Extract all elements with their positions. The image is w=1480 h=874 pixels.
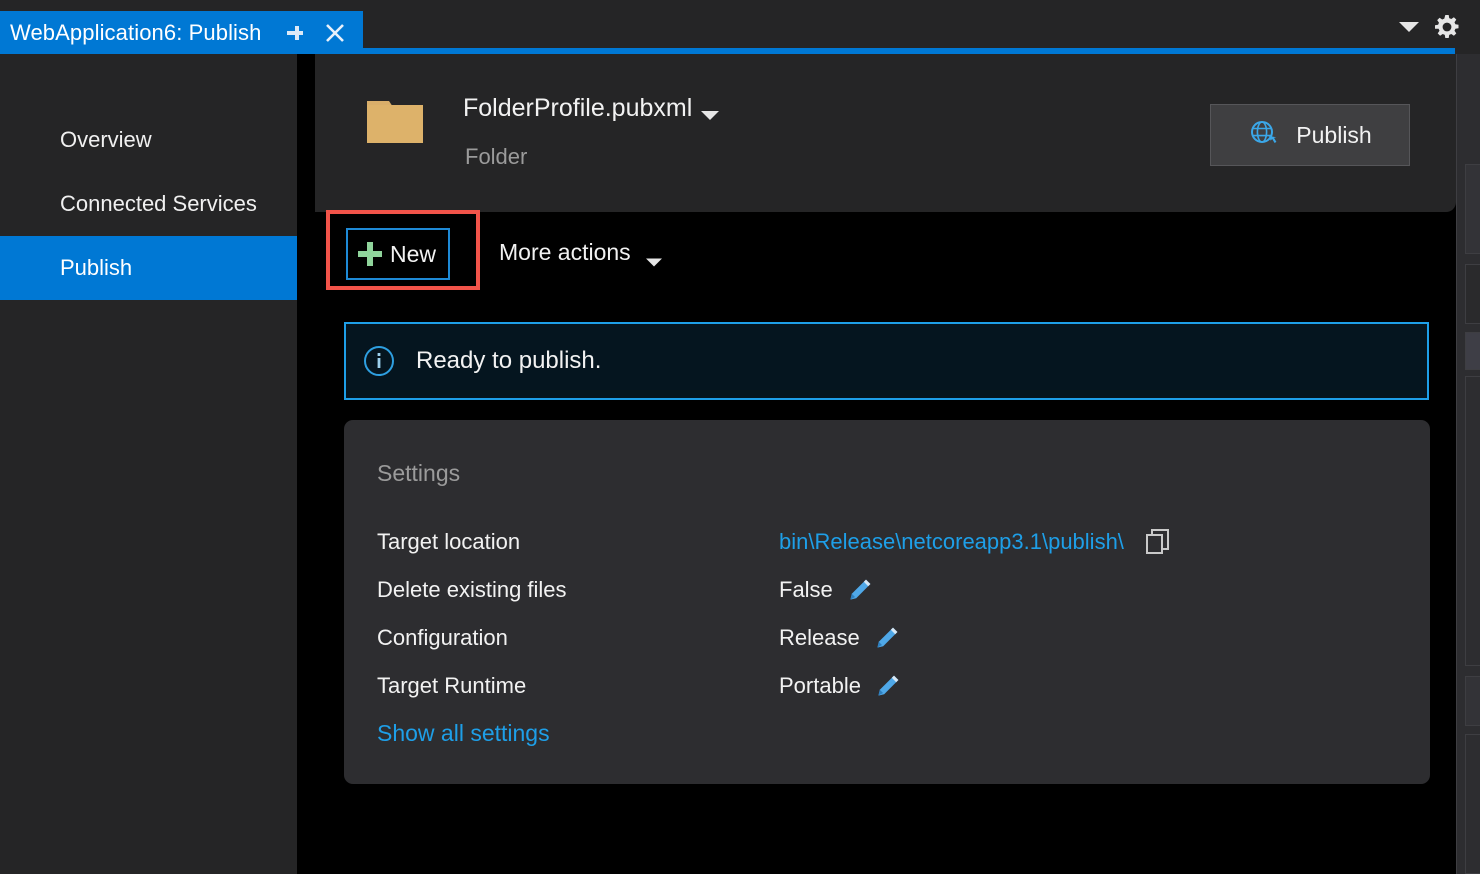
pencil-icon[interactable]	[847, 577, 873, 603]
status-banner: Ready to publish.	[344, 322, 1429, 400]
chevron-down-icon	[645, 247, 663, 258]
setting-label: Target Runtime	[377, 673, 779, 699]
setting-row-target-runtime: Target Runtime Portable	[377, 662, 1377, 710]
globe-publish-icon	[1248, 119, 1280, 151]
setting-label: Target location	[377, 529, 779, 555]
sidebar-item-publish[interactable]: Publish	[0, 236, 297, 300]
publish-button-label: Publish	[1296, 122, 1371, 149]
setting-value: False	[779, 577, 833, 603]
panel-block	[1465, 376, 1480, 666]
gear-icon[interactable]	[1434, 14, 1460, 40]
profile-name: FolderProfile.pubxml	[463, 94, 692, 123]
sidebar-item-label: Overview	[60, 127, 152, 153]
setting-row-delete-existing-files: Delete existing files False	[377, 566, 1377, 614]
folder-icon	[367, 97, 423, 143]
info-circle-icon	[362, 344, 396, 378]
settings-rows: Target location bin\Release\netcoreapp3.…	[377, 518, 1377, 710]
profile-header: FolderProfile.pubxml Folder Publish	[315, 54, 1456, 212]
sidebar-item-label: Connected Services	[60, 191, 257, 217]
pin-icon[interactable]	[283, 22, 305, 44]
setting-label: Configuration	[377, 625, 779, 651]
pencil-icon[interactable]	[875, 673, 901, 699]
panel-block	[1465, 264, 1480, 324]
setting-label: Delete existing files	[377, 577, 779, 603]
publish-content: FolderProfile.pubxml Folder Publish	[297, 54, 1456, 874]
publish-window: WebApplication6: Publish	[0, 0, 1480, 874]
close-icon[interactable]	[323, 21, 347, 45]
sidebar-item-label: Publish	[60, 255, 132, 281]
target-location-link[interactable]: bin\Release\netcoreapp3.1\publish\	[779, 529, 1124, 555]
setting-value: Portable	[779, 673, 861, 699]
setting-row-configuration: Configuration Release	[377, 614, 1377, 662]
setting-row-target-location: Target location bin\Release\netcoreapp3.…	[377, 518, 1377, 566]
chevron-down-icon[interactable]	[700, 109, 720, 122]
copy-icon[interactable]	[1144, 528, 1172, 556]
tab-strip: WebApplication6: Publish	[0, 0, 1480, 54]
panel-block	[1465, 332, 1480, 370]
pencil-icon[interactable]	[874, 625, 900, 651]
plus-icon	[356, 240, 384, 268]
more-actions-button[interactable]: More actions	[499, 239, 663, 266]
new-button[interactable]: New	[346, 228, 450, 280]
setting-value: Release	[779, 625, 860, 651]
sidebar-item-connected-services[interactable]: Connected Services	[0, 172, 297, 236]
sidebar-item-overview[interactable]: Overview	[0, 108, 297, 172]
settings-title: Settings	[377, 460, 460, 487]
new-button-label: New	[390, 241, 436, 268]
panel-block	[1465, 164, 1480, 254]
publish-button[interactable]: Publish	[1210, 104, 1410, 166]
chevron-down-icon[interactable]	[1398, 20, 1420, 34]
more-actions-label: More actions	[499, 239, 631, 266]
status-banner-text: Ready to publish.	[416, 347, 601, 375]
adjacent-tool-panel[interactable]	[1456, 54, 1480, 874]
settings-card: Settings Target location bin\Release\net…	[344, 420, 1430, 784]
show-all-settings-link[interactable]: Show all settings	[377, 720, 550, 747]
tab-title: WebApplication6: Publish	[10, 20, 261, 46]
profile-subtitle: Folder	[465, 144, 527, 170]
panel-block	[1465, 676, 1480, 726]
panel-block	[1465, 734, 1480, 874]
tab-publish[interactable]: WebApplication6: Publish	[0, 11, 363, 54]
sidebar: Overview Connected Services Publish	[0, 54, 297, 874]
